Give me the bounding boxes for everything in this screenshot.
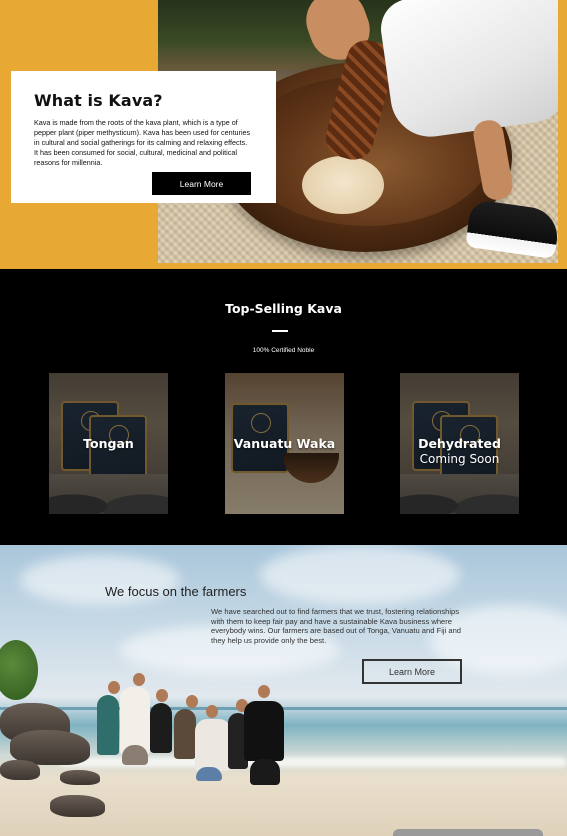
person [196,767,222,781]
rock [60,770,100,785]
coming-soon-label: Coming Soon [419,452,500,466]
photo-bucket [377,0,558,142]
top-selling-section: Top-Selling Kava 100% Certified Noble To… [0,269,567,545]
hero-section: What is Kava? Kava is made from the root… [0,0,567,269]
tree-image [0,640,38,700]
top-selling-title: Top-Selling Kava [225,301,342,316]
learn-more-button[interactable]: Learn More [152,172,251,195]
product-name: Tongan [83,436,134,451]
farmers-learn-more-button[interactable]: Learn More [362,659,462,684]
farmers-section: We focus on the farmers We have searched… [0,545,567,836]
farmers-title: We focus on the farmers [105,584,247,599]
person [150,703,172,753]
farmers-text: We have searched out to find farmers tha… [211,607,462,645]
person [195,719,231,771]
product-card-tongan[interactable]: Tongan [49,373,168,514]
product-name: Dehydrated [418,436,501,451]
what-is-kava-card: What is Kava? Kava is made from the root… [11,71,276,203]
person-head [108,681,120,694]
photo-kava-liquid [302,156,384,214]
person [97,695,119,755]
cloud [260,545,460,605]
person-head [133,673,145,686]
person [244,701,284,761]
person [250,759,280,785]
top-selling-subtitle: 100% Certified Noble [252,347,315,354]
rock [0,760,40,780]
person [122,745,148,765]
rock [50,795,105,817]
person-head [206,705,218,718]
bottom-tab-bar[interactable] [393,829,543,836]
what-is-kava-text: Kava is made from the roots of the kava … [34,118,251,167]
product-card-vanuatu-waka[interactable]: Vanuatu Waka [225,373,344,514]
section-divider [272,330,288,332]
product-name: Vanuatu Waka [233,436,336,451]
person [174,709,196,759]
person-head [156,689,168,702]
product-card-dehydrated[interactable]: Dehydrated Coming Soon [400,373,519,514]
person-head [186,695,198,708]
what-is-kava-title: What is Kava? [34,91,163,110]
person-head [258,685,270,698]
